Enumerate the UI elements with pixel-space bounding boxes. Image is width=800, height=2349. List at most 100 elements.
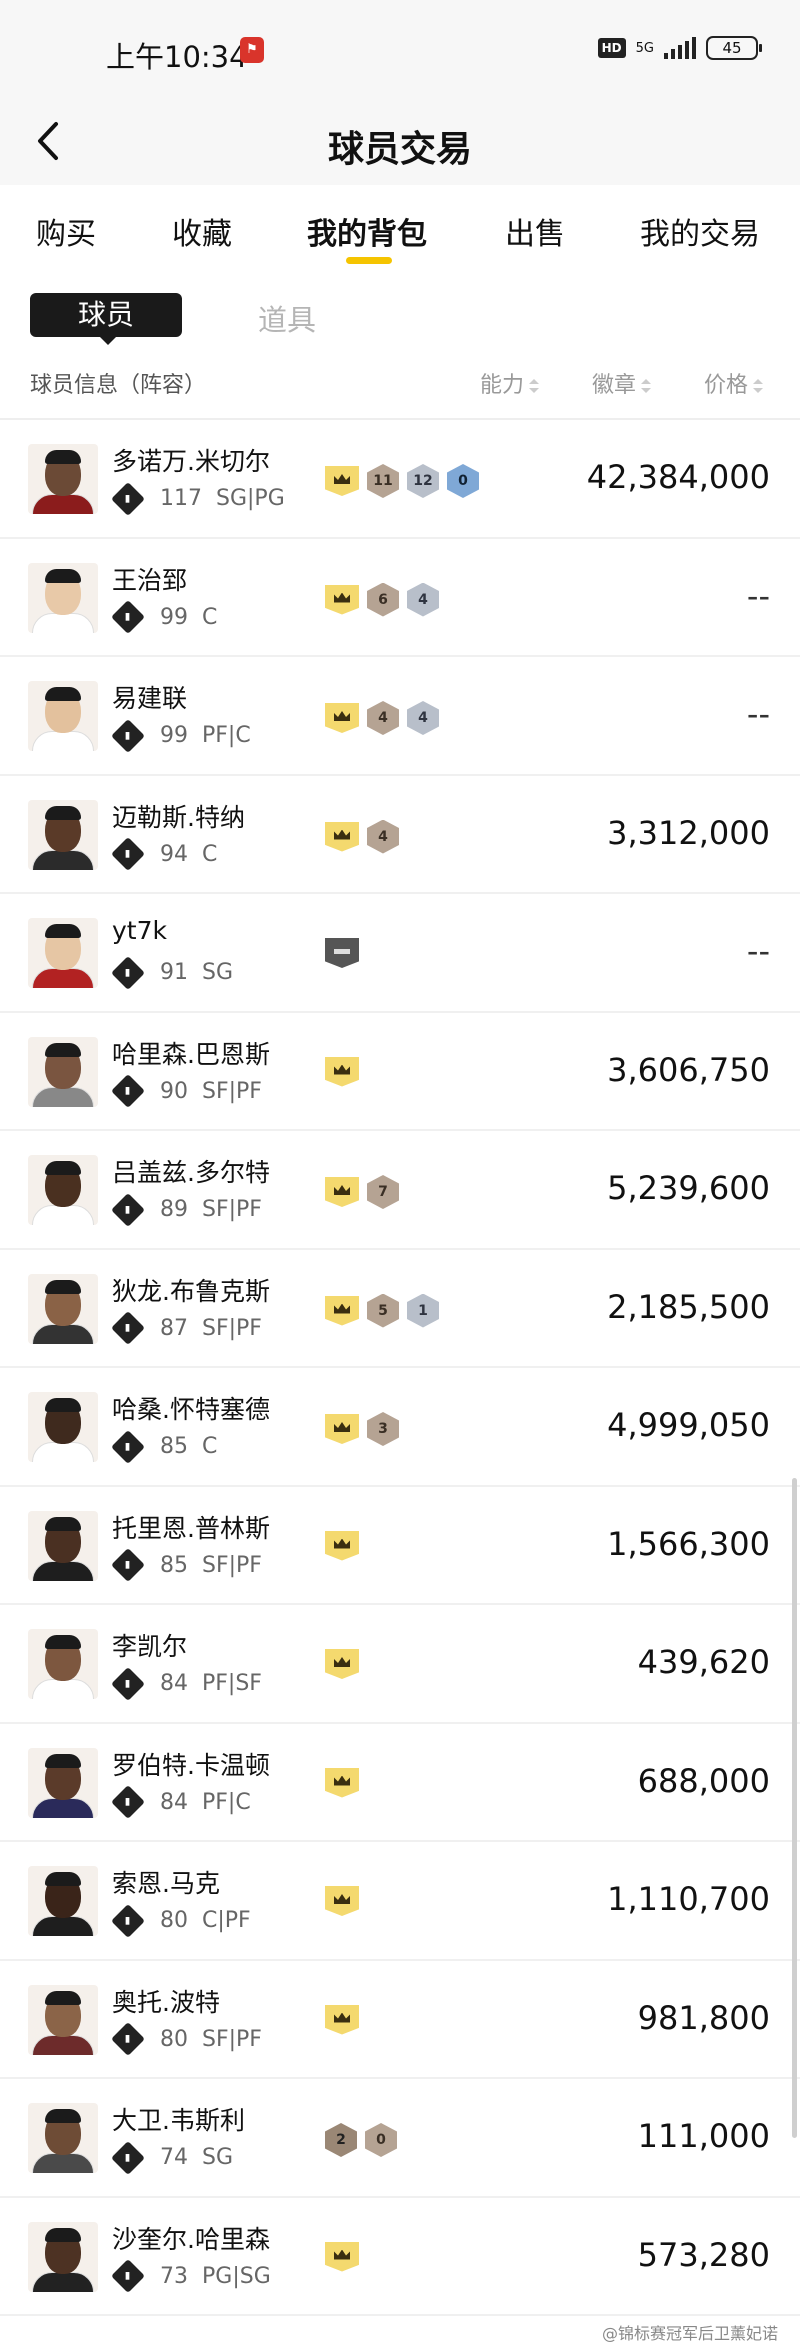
player-price: 42,384,000 [586,458,770,496]
player-price: 3,606,750 [607,1050,770,1089]
sort-price[interactable]: 价格 [704,367,764,399]
player-row[interactable]: 奥托.波特 ▮ 80 SF|PF 981,800 [0,1961,800,2079]
badge-group: 44 [325,701,439,735]
player-row[interactable]: 吕盖兹.多尔特 ▮ 89 SF|PF 7 5,239,600 [0,1131,800,1250]
player-position: PF|C [202,1789,251,1815]
player-row[interactable]: yt7k ▮ 91 SG -- [0,894,800,1013]
player-row[interactable]: 索恩.马克 ▮ 80 C|PF 1,110,700 [0,1842,800,1961]
card-tier-icon: ▮ [111,1903,145,1938]
player-row[interactable]: 哈里森.巴恩斯 ▮ 90 SF|PF 3,606,750 [0,1013,800,1131]
player-avatar [28,1866,98,1936]
tab-sell[interactable]: 出售 [505,209,565,253]
badge-group [325,2241,359,2272]
card-tier-icon: ▮ [111,2140,145,2175]
player-row[interactable]: 易建联 ▮ 99 PF|C 4 4 -- [0,657,800,776]
player-rating: 99 [160,604,188,630]
player-name: 吕盖兹.多尔特 [112,1158,270,1187]
badge-group [325,2004,359,2035]
player-avatar [28,1273,98,1344]
tab-my-bag[interactable]: 我的背包 [307,209,427,253]
player-row[interactable]: 李凯尔 ▮ 84 PF|SF 439,620 [0,1605,800,1724]
card-tier-icon: ▮ [111,1192,145,1227]
player-row[interactable]: 狄龙.布鲁克斯 ▮ 87 SF|PF 5 1 2,185,500 [0,1250,800,1368]
tab-my-trades[interactable]: 我的交易 [640,209,760,253]
badge-count-icon: 0 [447,464,479,498]
sort-badge[interactable]: 徽章 [592,367,652,399]
player-position: C [202,604,218,630]
player-rating: 94 [160,841,188,867]
tab-bar: 购买 收藏 我的背包 出售 我的交易 [0,185,800,285]
player-rating: 73 [160,2263,188,2289]
player-row[interactable]: 多诺万.米切尔 ▮ 117 SG|PG 11 12 0 42,384,000 [0,420,800,539]
badge-count-icon: 5 [367,1293,399,1328]
player-name: 沙奎尔.哈里森 [112,2224,270,2254]
player-position: C [202,841,218,867]
badge-count-icon: 6 [367,582,399,617]
player-meta: ▮ 80 SF|PF [111,2022,262,2056]
tab-favorites[interactable]: 收藏 [172,209,232,253]
player-meta: ▮ 99 PF|C [111,718,251,753]
subtab-players[interactable]: 球员 [30,293,182,345]
column-price: 价格 [704,373,749,398]
player-row[interactable]: 迈勒斯.特纳 ▮ 94 C 4 3,312,000 [0,776,800,894]
player-avatar [28,444,98,514]
tab-buy[interactable]: 购买 [36,209,96,253]
sort-icon [641,379,652,393]
badge-group [325,1767,359,1798]
player-row[interactable]: 沙奎尔.哈里森 ▮ 73 PG|SG 573,280 [0,2198,800,2316]
player-row[interactable]: 托里恩.普林斯 ▮ 85 SF|PF 1,566,300 [0,1487,800,1605]
player-meta: ▮ 90 SF|PF [111,1074,262,1108]
crown-badge-icon [325,1414,359,1444]
player-rating: 91 [160,960,188,985]
player-avatar [28,1747,98,1818]
player-avatar [28,1392,98,1462]
card-tier-icon: ▮ [111,481,145,516]
player-position: SF|PF [202,2026,262,2052]
nav-bar: 球员交易 [0,100,800,185]
crown-badge-icon [325,584,359,615]
page-title: 球员交易 [327,129,472,170]
player-avatar [28,1629,98,1699]
badge-group: 4 [325,819,399,854]
player-price: 5,239,600 [607,1169,770,1207]
card-tier-icon: ▮ [111,600,145,634]
player-price: -- [746,932,770,970]
card-tier-icon: ▮ [111,1429,145,1464]
hd-icon: HD [597,38,626,58]
player-name: 易建联 [112,684,188,713]
card-tier-icon: ▮ [111,2022,145,2056]
player-row[interactable]: 哈桑.怀特塞德 ▮ 85 C 3 4,999,050 [0,1368,800,1487]
player-rating: 85 [160,1434,188,1459]
column-player-info: 球员信息（阵容） [30,373,207,398]
badge-count-icon: 12 [407,464,439,498]
badge-group [325,1056,359,1087]
card-tier-icon: ▮ [111,1785,145,1819]
player-price: 573,280 [637,2235,770,2274]
badge-group [325,1886,359,1916]
player-position: SG [202,2145,234,2170]
player-rating: 84 [160,1789,188,1815]
player-row[interactable]: 王治郅 ▮ 99 C 6 4 -- [0,539,800,657]
card-tier-icon: ▮ [111,1311,145,1345]
subtab-items[interactable]: 道具 [258,297,316,339]
player-avatar [28,918,98,988]
badge-count-icon: 1 [407,1293,439,1328]
player-meta: ▮ 94 C [111,837,218,871]
player-rating: 90 [160,1078,188,1104]
badge-count-icon: 4 [407,701,439,735]
crown-badge-icon [325,821,359,852]
sort-ability[interactable]: 能力 [480,367,540,399]
crown-badge-icon [325,1886,359,1916]
player-price: 2,185,500 [607,1287,770,1326]
player-avatar [28,799,98,870]
player-position: SF|PF [202,1315,262,1341]
player-row[interactable]: 罗伯特.卡温顿 ▮ 84 PF|C 688,000 [0,1724,800,1842]
player-row[interactable]: 大卫.韦斯利 ▮ 74 SG 2 0 111,000 [0,2079,800,2198]
player-position: C|PF [202,1908,251,1933]
badge-group: 11 12 0 [325,464,479,498]
badge-group: 51 [325,1293,439,1328]
player-price: 1,566,300 [607,1524,770,1563]
crown-badge-icon [325,466,359,496]
player-meta: ▮ 73 PG|SG [111,2259,271,2293]
scrollbar[interactable] [792,1478,797,2138]
